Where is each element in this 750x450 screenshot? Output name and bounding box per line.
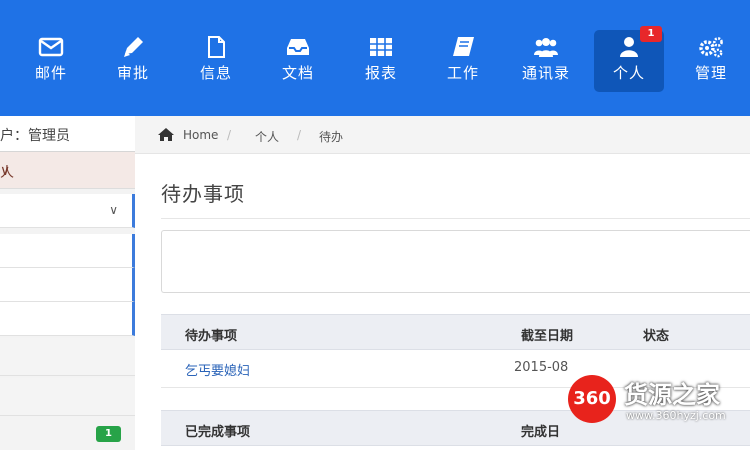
- nav-item-reports[interactable]: 报表: [346, 30, 416, 92]
- column-header-item: 待办事项: [185, 329, 238, 344]
- column-header-done-item: 已完成事项: [185, 425, 251, 440]
- todo-item-date: 2015-08: [514, 360, 569, 375]
- watermark-logo: 360 货源之家 www.360hyzj.com: [568, 375, 750, 435]
- nav-label: 文档: [281, 64, 314, 82]
- nav-label: 信息: [199, 64, 232, 82]
- pencil-icon: [124, 37, 143, 57]
- nav-item-approval[interactable]: 审批: [98, 30, 168, 92]
- nav-item-work[interactable]: 工作: [428, 30, 498, 92]
- sidebar-menu-personal[interactable]: 人 ∨: [0, 152, 135, 189]
- envelope-icon: [38, 37, 64, 57]
- file-icon: [208, 36, 225, 58]
- breadcrumb-current: 待办: [319, 130, 344, 144]
- column-header-deadline: 截至日期: [521, 329, 574, 344]
- user-icon: [620, 37, 638, 57]
- home-icon: [158, 128, 174, 141]
- column-header-done-date: 完成日: [521, 425, 561, 440]
- todo-table-header: 待办事项 截至日期 状态: [161, 314, 750, 350]
- sidebar-menu-item[interactable]: [0, 338, 135, 376]
- nav-label: 报表: [364, 64, 397, 82]
- sidebar-submenu-item[interactable]: [0, 302, 135, 336]
- breadcrumb: Home / 个人 / 待办: [135, 116, 750, 154]
- nav-label: 通讯录: [521, 64, 570, 82]
- nav-item-info[interactable]: 信息: [181, 30, 251, 92]
- table-icon: [370, 38, 392, 56]
- nav-item-docs[interactable]: 文档: [263, 30, 333, 92]
- sidebar-count-badge: 1: [96, 426, 121, 442]
- cogs-icon: [699, 37, 723, 58]
- current-user-label: 户：管理员: [0, 128, 70, 144]
- nav-item-mail[interactable]: 邮件: [16, 30, 86, 92]
- notification-badge: 1: [640, 26, 662, 42]
- breadcrumb-home-link[interactable]: Home: [183, 128, 218, 142]
- nav-label: 邮件: [34, 64, 67, 82]
- nav-label: 管理: [694, 64, 727, 82]
- watermark-name: 货源之家: [624, 381, 720, 409]
- chevron-down-icon: ∨: [109, 203, 118, 217]
- sidebar: 户：管理员 人 ∨ ∨ 1: [0, 116, 135, 450]
- nav-label: 审批: [116, 64, 149, 82]
- todo-item-link[interactable]: 乞丐要媳妇: [185, 360, 250, 379]
- divider: [161, 218, 750, 219]
- column-header-status: 状态: [643, 329, 670, 344]
- breadcrumb-separator: /: [297, 128, 302, 142]
- inbox-icon: [287, 39, 309, 55]
- sidebar-menu-item[interactable]: [0, 378, 135, 416]
- book-icon: [453, 37, 474, 56]
- sidebar-submenu-item[interactable]: ∨: [0, 194, 135, 228]
- page-title: 待办事项: [161, 182, 245, 206]
- breadcrumb-personal-link[interactable]: 个人: [255, 128, 279, 145]
- nav-item-personal[interactable]: 1 个人: [594, 26, 664, 92]
- breadcrumb-separator: /: [227, 128, 232, 142]
- watermark-360-badge: 360: [568, 375, 616, 423]
- sidebar-submenu-item[interactable]: [0, 234, 135, 268]
- filter-panel: [161, 230, 750, 293]
- nav-item-admin[interactable]: 管理: [676, 30, 746, 92]
- sidebar-user-info: 户：管理员: [0, 116, 135, 152]
- sidebar-submenu-item[interactable]: [0, 268, 135, 302]
- chevron-down-icon: ∨: [0, 163, 11, 179]
- users-icon: [534, 38, 558, 57]
- top-nav: 邮件 审批 信息 文档 报表 工作 通讯录 1 个人 管理: [0, 0, 750, 116]
- watermark-url: www.360hyzj.com: [626, 409, 726, 422]
- nav-item-contacts[interactable]: 通讯录: [511, 30, 581, 92]
- nav-label: 工作: [446, 64, 479, 82]
- nav-label: 个人: [612, 64, 645, 82]
